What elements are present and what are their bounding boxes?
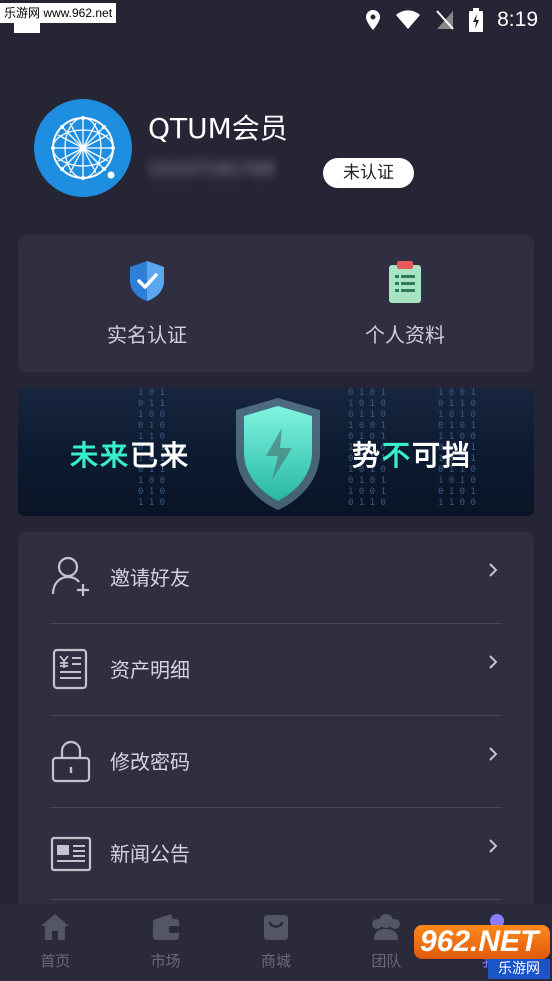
clipboard-icon	[389, 261, 421, 303]
promo-banner[interactable]: 1 0 10 1 11 0 00 1 01 1 00 0 11 0 10 1 1…	[18, 388, 534, 516]
ledger-icon	[52, 648, 88, 690]
add-user-icon	[51, 556, 89, 596]
no-signal-icon	[436, 10, 454, 30]
quick-actions-card: 实名认证 个人资料	[18, 235, 534, 372]
menu-item-label: 资产明细	[110, 658, 190, 682]
profile-info-button[interactable]: 个人资料	[276, 235, 534, 372]
news-icon	[50, 836, 92, 872]
tab-label: 市场	[150, 952, 181, 970]
menu-item-label: 邀请好友	[110, 566, 190, 590]
home-icon	[41, 914, 70, 940]
quick-action-label: 个人资料	[365, 323, 445, 347]
tab-market[interactable]: 市场	[110, 904, 220, 981]
watermark-bottom: 962.NET 乐游网	[414, 925, 550, 979]
banner-left-text: 未来已来	[70, 439, 191, 472]
verify-status-badge[interactable]: 未认证	[323, 158, 414, 188]
tab-label: 首页	[40, 952, 71, 970]
phone-number: 15337191709	[148, 159, 274, 180]
quick-action-label: 实名认证	[107, 323, 187, 347]
chevron-right-icon	[489, 839, 498, 853]
bag-icon	[264, 915, 289, 940]
team-icon	[372, 914, 401, 940]
shield-check-icon	[130, 261, 164, 301]
avatar[interactable]	[34, 99, 132, 197]
settings-menu: 邀请好友 资产明细 修改密码 新闻公告	[18, 532, 534, 912]
menu-item-news[interactable]: 新闻公告	[18, 808, 534, 900]
watermark-top: 乐游网 www.962.net	[0, 3, 117, 23]
shield-lightning-icon	[236, 398, 320, 510]
menu-item-change-password[interactable]: 修改密码	[18, 716, 534, 808]
watermark-tab	[14, 23, 40, 33]
username: QTUM会员	[148, 112, 288, 145]
watermark-logo: 962.NET	[414, 925, 550, 959]
tab-home[interactable]: 首页	[0, 904, 110, 981]
qtum-logo-icon	[51, 116, 115, 180]
menu-item-asset-details[interactable]: 资产明细	[18, 624, 534, 716]
wifi-icon	[396, 10, 421, 29]
battery-charging-icon	[469, 8, 484, 32]
watermark-text: 乐游网	[488, 959, 550, 979]
divider	[50, 899, 502, 900]
chevron-right-icon	[489, 747, 498, 761]
tab-mall[interactable]: 商城	[221, 904, 331, 981]
menu-item-invite-friends[interactable]: 邀请好友	[18, 532, 534, 624]
tab-label: 商城	[261, 952, 292, 970]
location-icon	[366, 10, 381, 30]
wallet-icon	[152, 914, 179, 940]
real-name-verify-button[interactable]: 实名认证	[18, 235, 276, 372]
menu-item-label: 新闻公告	[110, 842, 190, 866]
lock-icon	[51, 740, 91, 783]
menu-item-label: 修改密码	[110, 750, 190, 774]
chevron-right-icon	[489, 563, 498, 577]
status-time: 8:19	[497, 8, 538, 31]
banner-right-text: 势不可挡	[352, 439, 473, 472]
chevron-right-icon	[489, 655, 498, 669]
